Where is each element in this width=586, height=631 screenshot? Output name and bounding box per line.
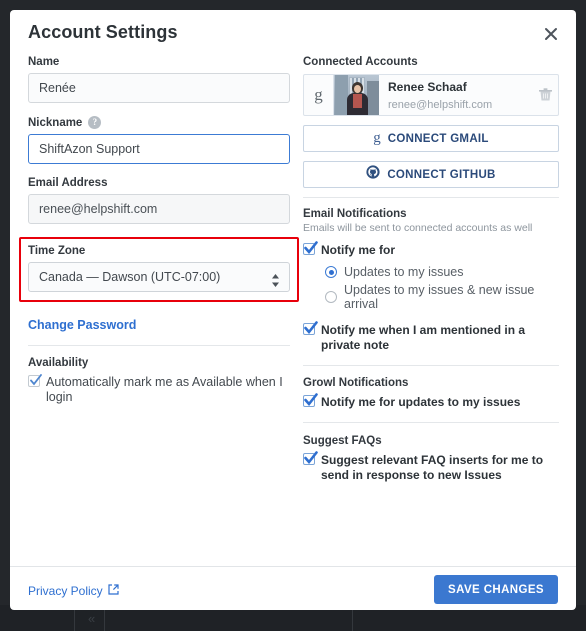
modal-footer: Privacy Policy SAVE CHANGES: [10, 566, 576, 610]
connect-gmail-label: CONNECT GMAIL: [387, 132, 489, 145]
availability-title: Availability: [28, 357, 89, 369]
help-icon[interactable]: ?: [88, 116, 102, 129]
email-input[interactable]: renee@helpshift.com: [28, 194, 290, 224]
growl-notifications-title: Growl Notifications: [303, 377, 409, 389]
name-field-group: Name Renée: [28, 56, 290, 103]
account-settings-modal: Account Settings Name Renée Nickname ? S…: [10, 10, 576, 610]
chevron-updown-icon: [271, 270, 280, 287]
name-label: Name: [28, 56, 60, 68]
trash-icon[interactable]: [539, 88, 552, 107]
email-notifications-subtitle: Emails will be sent to connected account…: [303, 222, 533, 234]
close-icon[interactable]: [538, 21, 564, 47]
radio-updates-and-new-issue-arrival[interactable]: [325, 291, 337, 303]
availability-section: Availability Automatically mark me as Av…: [28, 357, 290, 405]
nickname-label: Nickname: [28, 116, 83, 129]
availability-checkbox-row[interactable]: Automatically mark me as Available when …: [28, 374, 290, 405]
external-link-icon: [108, 582, 119, 600]
notify-me-for-row[interactable]: Notify me for: [303, 241, 559, 258]
change-password-link[interactable]: Change Password: [28, 318, 136, 332]
privacy-policy-link[interactable]: Privacy Policy: [28, 582, 119, 600]
connected-account-info: Renee Schaaf renee@helpshift.com: [379, 75, 558, 115]
left-divider: [28, 345, 290, 346]
right-divider-2: [303, 365, 559, 366]
modal-header: Account Settings: [10, 10, 576, 56]
collapse-chevron-icon: «: [88, 611, 96, 626]
suggest-faqs-checkbox[interactable]: [303, 451, 318, 465]
email-label: Email Address: [28, 177, 108, 189]
growl-notify-row[interactable]: Notify me for updates to my issues: [303, 393, 559, 410]
privacy-policy-label: Privacy Policy: [28, 584, 103, 598]
email-field-group: Email Address renee@helpshift.com: [28, 177, 290, 224]
connect-gmail-button[interactable]: g CONNECT GMAIL: [303, 125, 559, 152]
suggest-faqs-title: Suggest FAQs: [303, 435, 382, 447]
radio-updates-and-new-issue-arrival-label: Updates to my issues & new issue arrival: [344, 283, 535, 311]
mention-notify-row[interactable]: Notify me when I am mentioned in a priva…: [303, 321, 559, 353]
connected-account-email: renee@helpshift.com: [388, 99, 493, 111]
nickname-input[interactable]: ShiftAzon Support: [28, 134, 290, 164]
radio-row-updates-new[interactable]: Updates to my issues & new issue arrival: [325, 283, 559, 311]
growl-notify-label: Notify me for updates to my issues: [321, 395, 521, 409]
timezone-select[interactable]: Canada — Dawson (UTC-07:00): [28, 262, 290, 292]
suggest-faqs-label: Suggest relevant FAQ inserts for me to s…: [321, 453, 544, 482]
modal-body: Name Renée Nickname ? ShiftAzon Support …: [10, 56, 576, 566]
timezone-label: Time Zone: [28, 245, 86, 257]
connected-account-row: g Renee Schaaf renee@helpshift.com: [303, 74, 559, 116]
availability-checkbox-label: Automatically mark me as Available when …: [46, 375, 283, 404]
mention-notify-label: Notify me when I am mentioned in a priva…: [321, 323, 526, 352]
radio-row-updates[interactable]: Updates to my issues: [325, 265, 559, 279]
email-notifications-title: Email Notifications: [303, 208, 407, 220]
google-g-icon: g: [304, 75, 334, 115]
mention-notify-checkbox[interactable]: [303, 321, 318, 335]
connected-accounts-title: Connected Accounts: [303, 56, 418, 68]
connect-github-button[interactable]: CONNECT GITHUB: [303, 161, 559, 188]
page-title: Account Settings: [28, 22, 178, 42]
name-input[interactable]: Renée: [28, 73, 290, 103]
radio-updates-to-my-issues[interactable]: [325, 266, 337, 278]
notify-me-for-label: Notify me for: [321, 243, 396, 257]
right-column: Connected Accounts g Renee Schaaf renee@…: [303, 56, 559, 490]
avatar: [334, 75, 379, 115]
radio-updates-to-my-issues-label: Updates to my issues: [344, 265, 464, 279]
left-column: Name Renée Nickname ? ShiftAzon Support …: [19, 56, 299, 412]
nickname-field-group: Nickname ? ShiftAzon Support: [28, 116, 290, 164]
suggest-faqs-row[interactable]: Suggest relevant FAQ inserts for me to s…: [303, 451, 559, 483]
right-divider-3: [303, 422, 559, 423]
github-icon: [366, 165, 380, 184]
right-divider-1: [303, 197, 559, 198]
notify-me-for-checkbox[interactable]: [303, 241, 318, 255]
connect-github-label: CONNECT GITHUB: [387, 168, 496, 181]
save-changes-button[interactable]: SAVE CHANGES: [434, 575, 558, 604]
timezone-select-value: Canada — Dawson (UTC-07:00): [39, 270, 221, 284]
change-password-row: Change Password: [28, 316, 290, 334]
connected-account-name: Renee Schaaf: [388, 80, 467, 94]
timezone-highlight-box: Time Zone Canada — Dawson (UTC-07:00): [19, 237, 299, 302]
availability-checkbox[interactable]: [28, 374, 42, 387]
growl-notify-checkbox[interactable]: [303, 393, 318, 407]
google-g-icon: g: [373, 130, 381, 146]
